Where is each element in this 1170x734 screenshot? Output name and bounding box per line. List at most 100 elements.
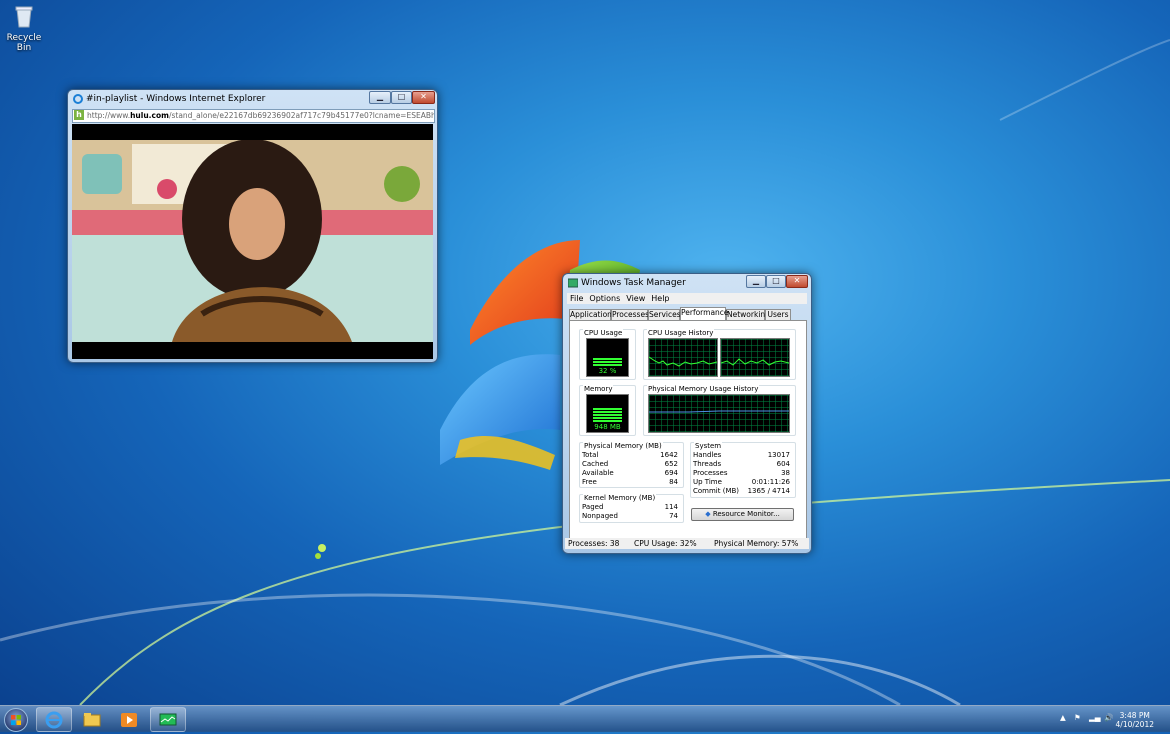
- address-bar[interactable]: h http://www.hulu.com/stand_alone/e22167d…: [72, 109, 435, 123]
- menu-view[interactable]: View: [623, 293, 648, 304]
- memory-value: 948 MB: [594, 423, 621, 431]
- task-manager-icon: [568, 278, 578, 288]
- menu-options[interactable]: Options: [586, 293, 623, 304]
- ie-titlebar[interactable]: #in-playlist - Windows Internet Explorer…: [68, 90, 437, 108]
- maximize-button[interactable]: □: [766, 275, 786, 288]
- stat-row: Nonpaged 74: [582, 512, 678, 521]
- stat-value: 74: [669, 512, 678, 520]
- stat-row: Threads 604: [693, 460, 790, 469]
- resource-monitor-label: Resource Monitor...: [712, 510, 780, 518]
- stat-row: Up Time 0:01:11:26: [693, 478, 790, 487]
- memory-label: Memory: [583, 385, 614, 393]
- kernel-memory-group: Kernel Memory (MB) Paged 114 Nonpaged 74: [579, 494, 684, 523]
- cpu-usage-label: CPU Usage: [583, 329, 624, 337]
- stat-row: Paged 114: [582, 503, 678, 512]
- tab-users[interactable]: Users: [765, 309, 791, 320]
- memory-group: Memory 948 MB: [579, 385, 636, 436]
- url-domain: hulu.com: [130, 111, 169, 120]
- tab-processes[interactable]: Processes: [611, 309, 649, 320]
- stat-label: Free: [582, 478, 597, 486]
- start-button[interactable]: [4, 708, 28, 732]
- memory-history-label: Physical Memory Usage History: [647, 385, 760, 393]
- network-signal-icon[interactable]: ▂▄: [1089, 713, 1101, 722]
- close-button[interactable]: ✕: [786, 275, 808, 288]
- status-processes: Processes: 38: [568, 539, 620, 548]
- system-stats: Handles 13017 Threads 604 Processes 38 Up T…: [693, 451, 790, 496]
- stat-label: Up Time: [693, 478, 722, 486]
- cpu-history-label: CPU Usage History: [647, 329, 715, 337]
- ie-window[interactable]: #in-playlist - Windows Internet Explorer…: [67, 89, 438, 363]
- stat-label: Nonpaged: [582, 512, 618, 520]
- performance-panel: CPU Usage 32 % CPU Usage History Memory …: [569, 320, 807, 539]
- volume-icon[interactable]: 🔊: [1104, 713, 1113, 722]
- recycle-bin-icon: [15, 6, 33, 28]
- menu-file[interactable]: File: [567, 293, 586, 304]
- clock-date: 4/10/2012: [1115, 720, 1154, 729]
- menu-bar: File Options View Help: [567, 293, 807, 304]
- stat-value: 604: [776, 460, 790, 468]
- taskbar-media-player[interactable]: [111, 707, 147, 732]
- memory-history-graph: [648, 394, 790, 433]
- cpu-usage-group: CPU Usage 32 %: [579, 329, 636, 380]
- action-center-flag-icon[interactable]: ⚑: [1074, 713, 1081, 722]
- resource-monitor-button[interactable]: ◆ Resource Monitor...: [691, 508, 794, 521]
- minimize-button[interactable]: ▁: [746, 275, 766, 288]
- system-group: System Handles 13017 Threads 604 Processes…: [690, 442, 796, 498]
- stat-value: 84: [669, 478, 678, 486]
- stat-row: Handles 13017: [693, 451, 790, 460]
- clock[interactable]: 3:48 PM 4/10/2012: [1116, 711, 1154, 729]
- show-hidden-icons-icon[interactable]: ▲: [1060, 713, 1066, 722]
- hulu-site-icon: h: [74, 110, 84, 120]
- maximize-button[interactable]: □: [391, 91, 412, 104]
- minimize-button[interactable]: ▁: [369, 91, 391, 104]
- cpu-usage-value: 32 %: [598, 367, 617, 375]
- stat-value: 1642: [660, 451, 678, 459]
- video-player[interactable]: [72, 124, 433, 359]
- desktop-icon-label: Recycle Bin: [6, 33, 42, 53]
- clock-time: 3:48 PM: [1119, 711, 1150, 720]
- task-manager-window[interactable]: Windows Task Manager ▁ □ ✕ File Options Vi…: [562, 273, 812, 554]
- internet-explorer-icon: [73, 94, 83, 104]
- task-manager-icon: [159, 713, 177, 726]
- tm-titlebar[interactable]: Windows Task Manager ▁ □ ✕: [563, 274, 811, 292]
- video-frame-image: [72, 124, 433, 359]
- stat-value: 694: [664, 469, 678, 477]
- system-title: System: [694, 442, 723, 450]
- status-memory: Physical Memory: 57%: [714, 539, 799, 548]
- stat-label: Threads: [693, 460, 722, 468]
- taskbar-task-manager[interactable]: [150, 707, 186, 732]
- memory-meter: 948 MB: [586, 394, 629, 433]
- taskbar-internet-explorer[interactable]: [36, 707, 72, 732]
- stat-value: 38: [781, 469, 790, 477]
- tab-networking[interactable]: Networking: [726, 309, 770, 320]
- stat-value: 13017: [767, 451, 790, 459]
- stat-label: Processes: [693, 469, 728, 477]
- stat-row: Processes 38: [693, 469, 790, 478]
- media-player-icon: [121, 713, 137, 727]
- cpu-usage-meter: 32 %: [586, 338, 629, 377]
- status-bar: Processes: 38 CPU Usage: 32% Physical Me…: [565, 538, 809, 549]
- tab-performance[interactable]: Performance: [680, 307, 729, 320]
- stat-row: Total 1642: [582, 451, 678, 460]
- stat-row: Cached 652: [582, 460, 678, 469]
- windows-logo-icon: [11, 715, 21, 725]
- menu-help[interactable]: Help: [648, 293, 672, 304]
- close-button[interactable]: ✕: [412, 91, 435, 104]
- tab-services[interactable]: Services: [648, 309, 681, 320]
- windows-explorer-icon: [83, 713, 101, 727]
- url-prefix: http://www.: [87, 111, 131, 120]
- tab-applications[interactable]: Applications: [569, 309, 616, 320]
- stat-label: Paged: [582, 503, 604, 511]
- stat-value: 652: [664, 460, 678, 468]
- cpu-history-graph-core-2: [720, 338, 790, 377]
- memory-bar: [593, 407, 622, 422]
- taskbar-windows-explorer[interactable]: [74, 707, 110, 732]
- stat-label: Available: [582, 469, 614, 477]
- desktop-icon-recycle-bin[interactable]: Recycle Bin: [2, 4, 46, 53]
- memory-history-group: Physical Memory Usage History: [643, 385, 796, 436]
- internet-explorer-icon: [45, 711, 63, 729]
- kernel-memory-stats: Paged 114 Nonpaged 74: [582, 503, 678, 521]
- stat-value: 114: [664, 503, 678, 511]
- cpu-usage-bar: [593, 358, 622, 366]
- physical-memory-title: Physical Memory (MB): [583, 442, 663, 450]
